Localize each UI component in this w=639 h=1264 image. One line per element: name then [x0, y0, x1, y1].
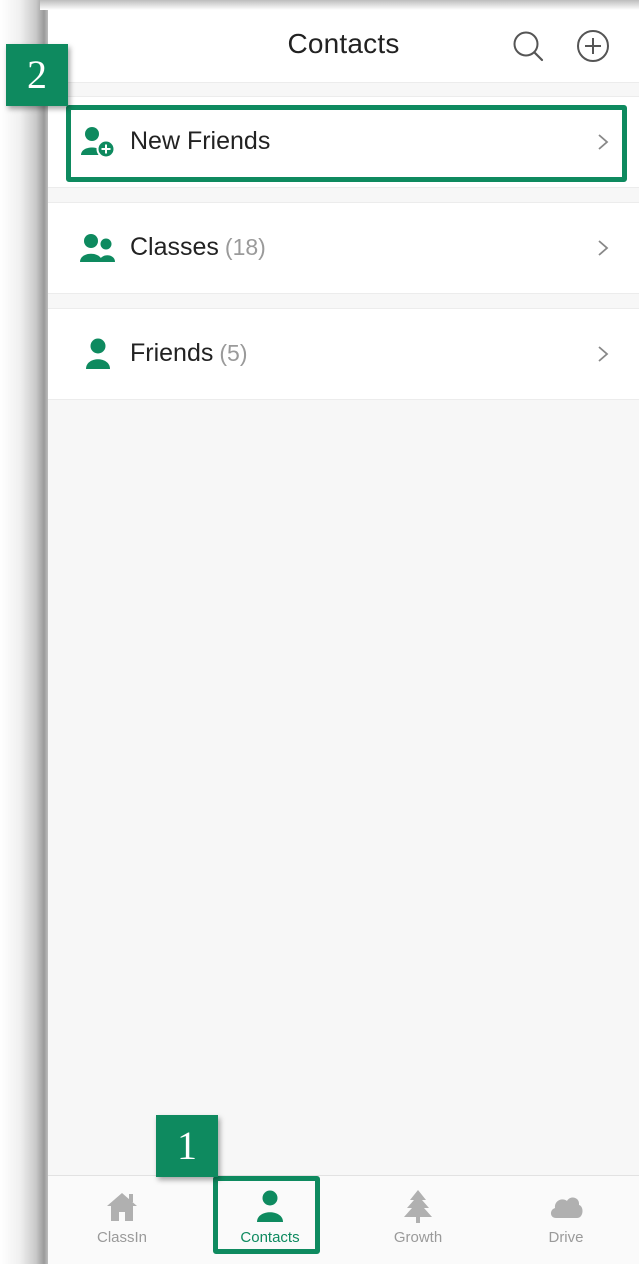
tree-icon — [404, 1190, 432, 1223]
tab-growth[interactable]: Growth — [344, 1176, 492, 1264]
group-icon — [80, 234, 115, 262]
list-item-label: Classes (18) — [130, 233, 266, 262]
tab-label: Growth — [393, 1229, 443, 1246]
search-icon[interactable] — [510, 28, 546, 64]
tab-label: ClassIn — [96, 1229, 148, 1246]
chevron-right-icon — [598, 240, 609, 256]
page-title: Contacts — [287, 28, 400, 59]
home-icon — [107, 1193, 137, 1221]
person-icon — [86, 338, 110, 369]
chevron-right-icon — [598, 346, 609, 362]
highlight-new-friends — [66, 105, 627, 182]
classes-label: Classes — [130, 233, 219, 261]
tab-drive[interactable]: Drive — [492, 1176, 639, 1264]
tab-label: Drive — [548, 1229, 584, 1246]
app-header: Contacts — [48, 10, 639, 83]
cloud-icon — [550, 1197, 583, 1218]
step-badge-1: 1 — [156, 1115, 218, 1177]
friends-label: Friends — [130, 339, 214, 367]
list-item-label: Friends (5) — [130, 339, 248, 368]
add-circle-icon[interactable] — [575, 28, 611, 64]
classes-count: (18) — [224, 234, 266, 260]
highlight-contacts-tab — [213, 1176, 320, 1254]
list-item-friends[interactable]: Friends (5) — [48, 308, 639, 400]
contacts-screen: Contacts New Friends Classes (18) Friend… — [48, 10, 639, 1264]
screenshot-edge-shadow — [0, 0, 48, 1264]
list-item-classes[interactable]: Classes (18) — [48, 202, 639, 294]
tab-classin[interactable]: ClassIn — [48, 1176, 196, 1264]
friends-count: (5) — [219, 340, 248, 366]
step-badge-2: 2 — [6, 44, 68, 106]
bottom-tab-bar: ClassIn Contacts Growth Drive — [48, 1175, 639, 1264]
screenshot-top-shadow — [40, 0, 639, 10]
